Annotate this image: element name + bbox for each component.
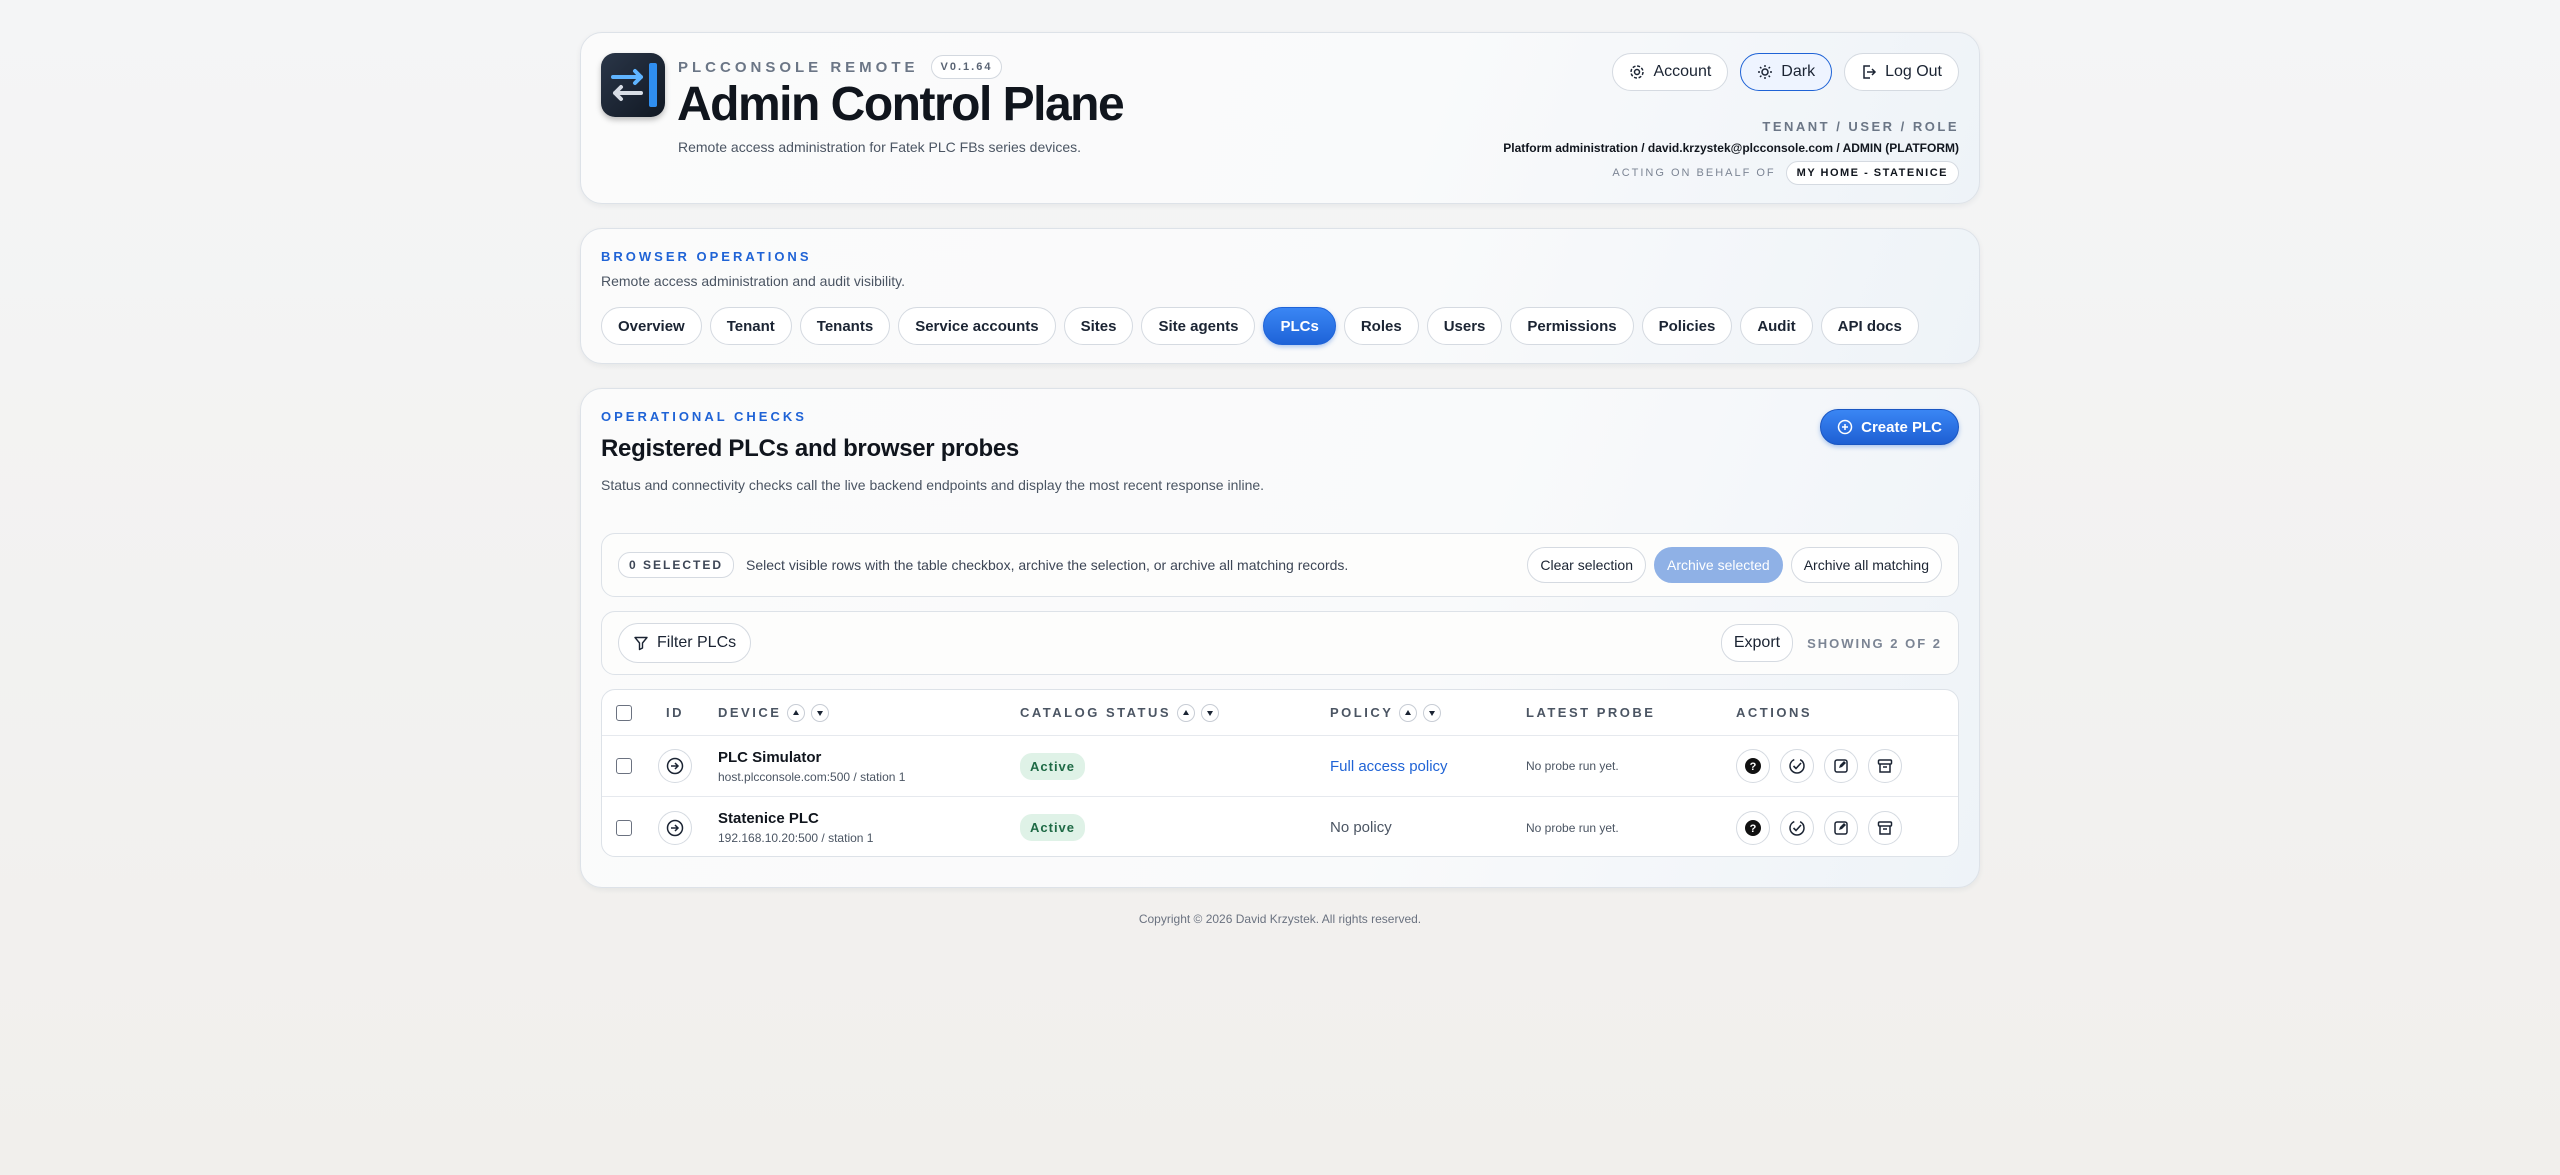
tab-policies[interactable]: Policies <box>1641 307 1733 345</box>
create-plc-button[interactable]: Create PLC <box>1820 409 1959 445</box>
app-logo-icon <box>601 53 665 117</box>
filter-plcs-button[interactable]: Filter PLCs <box>618 623 752 663</box>
select-all-checkbox[interactable] <box>616 704 632 721</box>
probe-check-icon[interactable] <box>1780 749 1814 783</box>
selection-bar: 0 SELECTED Select visible rows with the … <box>601 533 1959 597</box>
sort-asc-icon[interactable] <box>1399 703 1418 722</box>
device-name: Statenice PLC <box>718 810 819 827</box>
plus-circle-icon <box>1837 419 1853 435</box>
nav-tabs: Overview Tenant Tenants Service accounts… <box>601 307 1919 345</box>
column-actions: ACTIONS <box>1736 705 1812 720</box>
table-row: Statenice PLC 192.168.10.20:500 / statio… <box>602 797 1958 856</box>
archive-icon[interactable] <box>1868 749 1902 783</box>
sort-desc-icon[interactable] <box>1201 703 1220 722</box>
plcs-table: ID DEVICE CATALOG STATUS POLICY LATEST P… <box>601 689 1959 857</box>
filter-bar: Filter PLCs Export SHOWING 2 OF 2 <box>601 611 1959 675</box>
latest-probe: No probe run yet. <box>1526 820 1619 835</box>
column-policy: POLICY <box>1330 705 1394 720</box>
probe-check-icon[interactable] <box>1780 810 1814 845</box>
behalf-tenant-badge[interactable]: MY HOME - STATENICE <box>1785 161 1959 185</box>
section-title: Registered PLCs and browser probes <box>601 435 1019 462</box>
open-row-arrow-icon[interactable] <box>658 810 692 845</box>
svg-text:?: ? <box>1750 823 1757 835</box>
logout-label: Log Out <box>1885 63 1942 80</box>
archive-icon[interactable] <box>1868 810 1902 845</box>
column-device: DEVICE <box>718 705 782 720</box>
status-badge: Active <box>1020 752 1086 780</box>
tab-sites[interactable]: Sites <box>1063 307 1134 345</box>
export-button[interactable]: Export <box>1720 624 1794 662</box>
status-badge: Active <box>1020 814 1086 841</box>
device-host: host.plcconsole.com:500 / station 1 <box>718 769 906 784</box>
help-icon[interactable]: ? <box>1736 749 1770 783</box>
nav-description: Remote access administration and audit v… <box>601 273 905 289</box>
logout-icon <box>1863 65 1877 79</box>
policy-link[interactable]: Full access policy <box>1330 758 1448 775</box>
footer-copyright: Copyright © 2026 David Krzystek. All rig… <box>1138 912 1422 926</box>
help-icon[interactable]: ? <box>1736 810 1770 845</box>
tab-roles[interactable]: Roles <box>1343 307 1419 345</box>
tab-tenants[interactable]: Tenants <box>799 307 891 345</box>
dark-mode-button[interactable]: Dark <box>1740 53 1833 91</box>
showing-count: SHOWING 2 OF 2 <box>1807 635 1942 651</box>
tab-permissions[interactable]: Permissions <box>1510 307 1634 345</box>
sun-icon <box>1758 65 1773 79</box>
main-eyebrow: OPERATIONAL CHECKS <box>601 409 807 424</box>
tab-users[interactable]: Users <box>1426 307 1503 345</box>
account-label: Account <box>1653 63 1712 80</box>
clear-selection-button[interactable]: Clear selection <box>1527 547 1646 583</box>
tab-api-docs[interactable]: API docs <box>1820 307 1919 345</box>
svg-text:?: ? <box>1750 761 1757 773</box>
session-meta: TENANT / USER / ROLE Platform administra… <box>1503 119 1959 185</box>
table-header-row: ID DEVICE CATALOG STATUS POLICY LATEST P… <box>602 690 1958 736</box>
tab-service-accounts[interactable]: Service accounts <box>898 307 1056 345</box>
column-id: ID <box>666 705 684 720</box>
sort-desc-icon[interactable] <box>811 703 830 722</box>
row-checkbox[interactable] <box>616 819 632 836</box>
device-name: PLC Simulator <box>718 748 822 766</box>
version-badge: V0.1.64 <box>930 55 1003 79</box>
selected-count-badge: 0 SELECTED <box>618 552 735 578</box>
archive-selected-button[interactable]: Archive selected <box>1654 547 1783 583</box>
sort-desc-icon[interactable] <box>1423 703 1442 722</box>
archive-all-matching-button[interactable]: Archive all matching <box>1790 547 1942 583</box>
section-description: Status and connectivity checks call the … <box>601 477 1265 493</box>
policy-value: No policy <box>1330 819 1392 836</box>
row-checkbox[interactable] <box>616 758 632 774</box>
plcs-card: OPERATIONAL CHECKS Registered PLCs and b… <box>580 388 1980 888</box>
tab-site-agents[interactable]: Site agents <box>1141 307 1256 345</box>
device-host: 192.168.10.20:500 / station 1 <box>718 831 874 845</box>
filter-icon <box>634 636 648 651</box>
edit-icon[interactable] <box>1824 810 1858 845</box>
column-catalog-status: CATALOG STATUS <box>1020 705 1172 720</box>
column-latest-probe: LATEST PROBE <box>1526 705 1656 720</box>
nav-card: BROWSER OPERATIONS Remote access adminis… <box>580 228 1980 364</box>
latest-probe: No probe run yet. <box>1526 759 1619 773</box>
dark-mode-label: Dark <box>1781 63 1816 80</box>
header-card: PLCCONSOLE REMOTE V0.1.64 Admin Control … <box>580 32 1980 204</box>
tab-overview[interactable]: Overview <box>601 307 702 345</box>
account-button[interactable]: Account <box>1612 53 1729 91</box>
meta-value: Platform administration / david.krzystek… <box>1503 141 1959 155</box>
tab-tenant[interactable]: Tenant <box>709 307 792 345</box>
edit-icon[interactable] <box>1824 749 1858 783</box>
app-eyebrow: PLCCONSOLE REMOTE <box>678 58 919 76</box>
behalf-label: ACTING ON BEHALF OF <box>1612 167 1776 179</box>
open-row-arrow-icon[interactable] <box>658 749 692 783</box>
filter-label: Filter PLCs <box>657 634 737 651</box>
sort-asc-icon[interactable] <box>1177 703 1196 722</box>
selection-hint: Select visible rows with the table check… <box>746 557 1349 573</box>
logout-button[interactable]: Log Out <box>1844 53 1959 91</box>
sort-asc-icon[interactable] <box>787 703 806 722</box>
page-subtitle: Remote access administration for Fatek P… <box>678 139 1082 155</box>
gear-icon <box>1630 65 1645 79</box>
nav-eyebrow: BROWSER OPERATIONS <box>601 249 812 264</box>
create-plc-label: Create PLC <box>1861 418 1942 436</box>
table-row: PLC Simulator host.plcconsole.com:500 / … <box>602 736 1958 797</box>
page-title: Admin Control Plane <box>677 78 1125 131</box>
tab-plcs[interactable]: PLCs <box>1263 307 1336 345</box>
tab-audit[interactable]: Audit <box>1740 307 1813 345</box>
meta-label: TENANT / USER / ROLE <box>1762 119 1959 134</box>
